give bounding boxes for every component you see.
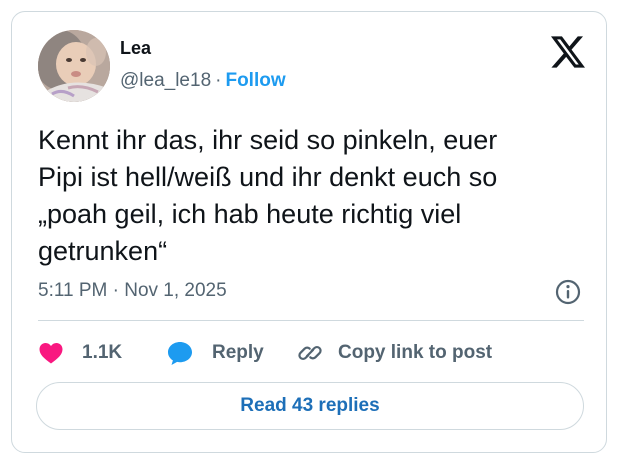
like-count: 1.1K (82, 342, 123, 363)
author-handle[interactable]: @lea_le18 (120, 70, 211, 91)
baby-photo-avatar-icon (38, 30, 110, 102)
tweet-card: Lea @lea_le18 · Follow Kennt ihr das, ihr … (11, 11, 607, 453)
info-icon[interactable] (554, 278, 582, 306)
tweet-timestamp[interactable]: 5:11 PM · Nov 1, 2025 (38, 280, 227, 302)
action-bar: 1.1K Reply Copy link to post (38, 338, 584, 368)
link-icon (298, 345, 322, 361)
like-button[interactable]: 1.1K (38, 338, 122, 368)
reply-label: Reply (212, 342, 264, 363)
reply-bubble-icon (168, 342, 192, 365)
separator-dot: · (215, 70, 222, 91)
tweet-text: Kennt ihr das, ihr seid so pinkeln, euer… (38, 125, 498, 266)
heart-icon (39, 343, 63, 364)
author-name[interactable]: Lea (120, 38, 151, 59)
divider (38, 320, 584, 321)
read-replies-button[interactable]: Read 43 replies (36, 382, 584, 430)
read-replies-label: Read 43 replies (240, 395, 380, 416)
avatar[interactable] (38, 30, 110, 102)
x-logo-icon[interactable] (551, 36, 585, 68)
copy-link-button[interactable]: Copy link to post (296, 338, 492, 368)
reply-button[interactable]: Reply (166, 338, 264, 368)
author-handle-row: @lea_le18 · Follow (120, 70, 286, 92)
copy-link-label: Copy link to post (338, 342, 493, 363)
follow-button[interactable]: Follow (225, 70, 285, 91)
